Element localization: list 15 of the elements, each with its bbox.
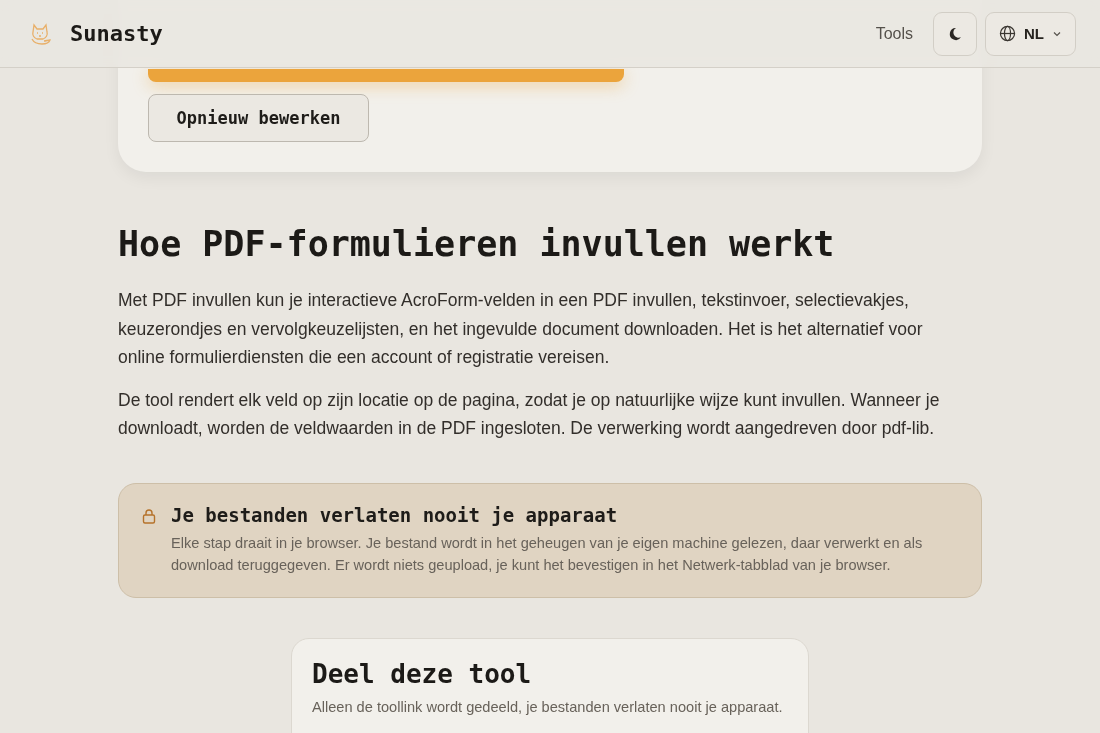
brand-name[interactable]: Sunasty — [70, 21, 163, 46]
notice-title: Je bestanden verlaten nooit je apparaat — [171, 503, 619, 526]
notice-text: Elke stap draait in je browser. Je bestand wordt in het geheugen van je eigen machine gelezen, daar verwerkt en als download teruggegeven. Er wordt niets geupload, je kunt het bevestigen in het Netwerk-tabblad van je browser. — [171, 533, 924, 575]
globe-icon — [999, 25, 1016, 42]
lock-icon — [141, 507, 157, 524]
share-text: Alleen de toollink wordt gedeeld, je bestanden verlaten nooit je apparaat. — [312, 698, 784, 715]
moon-icon — [947, 25, 963, 42]
edit-again-button[interactable]: Opnieuw bewerken — [148, 94, 369, 142]
paragraph: Met PDF invullen kun je interactieve AcroForm-velden in een PDF invullen, tekstinvoer, selectievakjes, keuzerondjes en vervolgkeuzelijsten, en het ingevulde document downloaden. Het is het alternatief voor online formulierdiensten die een account of registratie vereisen. — [118, 289, 924, 369]
section-heading: Hoe PDF-formulieren invullen werkt — [118, 224, 836, 264]
paragraph: De tool rendert elk veld op zijn locatie op de pagina, zodat je op natuurlijke wijze kunt invullen. Wanneer je downloadt, worden de veldwaarden in de PDF ingesloten. De verwerking wordt aangedreven door pdf-lib. — [118, 388, 941, 440]
theme-toggle-button[interactable] — [933, 11, 977, 56]
nav-link[interactable]: Tools — [875, 24, 913, 43]
language-selector[interactable]: NL — [985, 11, 1076, 56]
share-title: Deel deze tool — [312, 658, 533, 689]
